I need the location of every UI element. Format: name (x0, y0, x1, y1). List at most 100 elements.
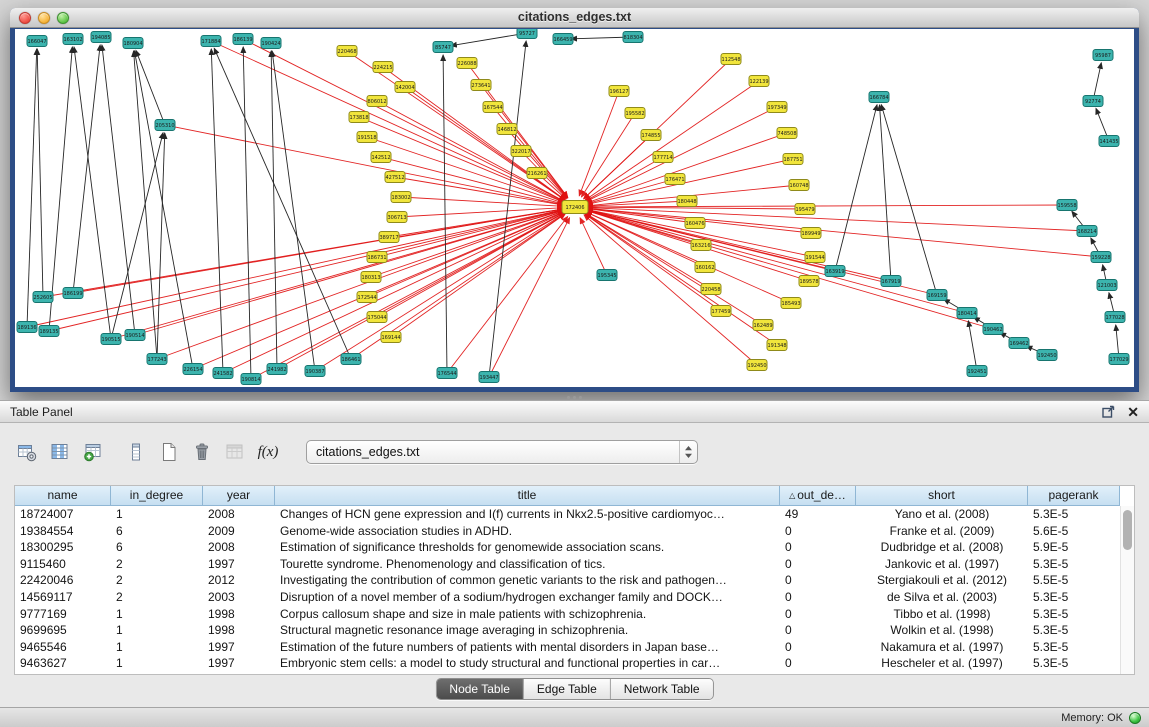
graph-node[interactable]: 241582 (213, 368, 233, 379)
graph-node[interactable]: 216261 (527, 168, 547, 179)
graph-node[interactable]: 273641 (471, 80, 491, 91)
column-header-title[interactable]: title (275, 486, 780, 506)
graph-node[interactable]: 85747 (433, 42, 453, 53)
graph-node[interactable]: 806012 (367, 96, 387, 107)
citation-edge-black[interactable] (211, 49, 223, 373)
graph-node[interactable]: 169159 (927, 290, 947, 301)
minimize-window-button[interactable] (38, 12, 50, 24)
graph-node[interactable]: 177028 (1105, 312, 1125, 323)
graph-node[interactable]: 186139 (233, 34, 253, 45)
graph-node[interactable]: 427512 (385, 172, 405, 183)
graph-node[interactable]: 95987 (1093, 50, 1113, 61)
graph-node[interactable]: 322017 (511, 146, 531, 157)
table-row[interactable]: 946362711997Embryonic stem cells: a mode… (15, 655, 1120, 672)
graph-node[interactable]: 189949 (801, 228, 821, 239)
graph-node[interactable]: 193447 (479, 372, 499, 383)
table-mode-icon[interactable] (14, 439, 40, 465)
graph-node[interactable]: 160476 (685, 218, 705, 229)
citation-edge-red[interactable] (135, 210, 563, 335)
show-column-icon[interactable] (47, 439, 73, 465)
graph-node[interactable]: 142512 (371, 152, 391, 163)
column-header-in_degree[interactable]: in_degree (111, 486, 203, 506)
graph-node[interactable]: 241982 (267, 364, 287, 375)
graph-node[interactable]: 189578 (799, 276, 819, 287)
graph-node[interactable]: 175044 (367, 312, 387, 323)
citation-edge-black[interactable] (37, 49, 43, 297)
column-header-short[interactable]: short (856, 486, 1028, 506)
graph-node[interactable]: 252605 (33, 292, 53, 303)
graph-node[interactable]: 176544 (437, 368, 457, 379)
citation-edge-black[interactable] (73, 45, 100, 293)
citation-edge-red[interactable] (579, 91, 619, 196)
graph-node[interactable]: 306713 (387, 212, 407, 223)
graph-node[interactable]: 95727 (517, 29, 537, 39)
graph-node[interactable]: 191544 (805, 252, 825, 263)
table-row[interactable]: 969969511998Structural magnetic resonanc… (15, 622, 1120, 639)
graph-node[interactable]: 163102 (63, 34, 83, 45)
graph-node[interactable]: 92774 (1083, 96, 1103, 107)
citation-edge-black[interactable] (243, 47, 251, 379)
graph-node[interactable]: 176471 (665, 174, 685, 185)
citation-edge-black[interactable] (451, 33, 527, 46)
column-header-out_degree[interactable]: △out_de… (780, 486, 856, 506)
citation-edge-red[interactable] (587, 210, 967, 313)
window-titlebar[interactable]: citations_edges.txt (10, 8, 1139, 28)
graph-node[interactable]: 163216 (691, 240, 711, 251)
graph-node[interactable]: 174855 (641, 130, 661, 141)
graph-node[interactable]: 195345 (597, 270, 617, 281)
graph-node[interactable]: 226154 (183, 364, 203, 375)
graph-node[interactable]: 177714 (653, 152, 673, 163)
table-row[interactable]: 946554611997Estimation of the future num… (15, 639, 1120, 656)
citation-edge-black[interactable] (272, 51, 315, 371)
graph-node[interactable]: 177459 (711, 306, 731, 317)
graph-node[interactable]: 166459 (553, 34, 573, 45)
graph-node[interactable]: 224215 (373, 62, 393, 73)
graph-node[interactable]: 146812 (497, 124, 517, 135)
table-row[interactable]: 1830029562008Estimation of significance … (15, 539, 1120, 556)
graph-node[interactable]: 172544 (357, 292, 377, 303)
table-row[interactable]: 1456911722003Disruption of a novel membe… (15, 589, 1120, 606)
graph-node[interactable]: 192451 (967, 366, 987, 377)
graph-node[interactable]: 192450 (747, 360, 767, 371)
column-header-name[interactable]: name (15, 486, 111, 506)
graph-hub-node[interactable]: 172406 (562, 201, 588, 214)
graph-node[interactable]: 162489 (753, 320, 773, 331)
table-scrollbar[interactable] (1120, 506, 1134, 674)
citation-edge-black[interactable] (214, 48, 351, 359)
graph-node[interactable]: 186199 (63, 288, 83, 299)
graph-node[interactable]: 160162 (695, 262, 715, 273)
graph-node[interactable]: 186731 (367, 252, 387, 263)
tab-edge-table[interactable]: Edge Table (524, 679, 611, 699)
graph-node[interactable]: 194085 (91, 32, 111, 43)
tab-node-table[interactable]: Node Table (436, 679, 524, 699)
column-icon[interactable] (123, 439, 149, 465)
citation-edge-red[interactable] (587, 179, 675, 204)
table-row[interactable]: 977716911998Corpus callosum shape and si… (15, 606, 1120, 623)
import-table-icon[interactable] (80, 439, 106, 465)
graph-node[interactable]: 171884 (201, 36, 221, 47)
graph-node[interactable]: 122139 (749, 76, 769, 87)
delete-table-icon[interactable] (189, 439, 215, 465)
graph-node[interactable]: 190514 (125, 330, 145, 341)
citation-edge-red[interactable] (587, 201, 687, 206)
delete-column-icon[interactable] (222, 439, 248, 465)
graph-node[interactable]: 192450 (1037, 350, 1057, 361)
graph-node[interactable]: 190515 (101, 334, 121, 345)
citation-edge-red[interactable] (401, 197, 563, 206)
graph-node[interactable]: 189135 (39, 326, 59, 337)
graph-node[interactable]: 177243 (147, 354, 167, 365)
close-panel-icon[interactable]: ✕ (1127, 405, 1139, 419)
graph-node[interactable]: 141435 (1099, 136, 1119, 147)
graph-node[interactable]: 160748 (789, 180, 809, 191)
citation-edge-red[interactable] (49, 210, 563, 331)
graph-node[interactable]: 168214 (1077, 226, 1097, 237)
graph-node[interactable]: 166047 (27, 36, 47, 47)
graph-node[interactable]: 191348 (767, 340, 787, 351)
graph-node[interactable]: 159558 (1057, 200, 1077, 211)
graph-node[interactable]: 183002 (391, 192, 411, 203)
citation-edge-black[interactable] (968, 321, 977, 371)
citation-edge-black[interactable] (111, 133, 163, 339)
graph-node[interactable]: 159228 (1091, 252, 1111, 263)
column-header-pagerank[interactable]: pagerank (1028, 486, 1120, 506)
graph-node[interactable]: 190387 (305, 366, 325, 377)
